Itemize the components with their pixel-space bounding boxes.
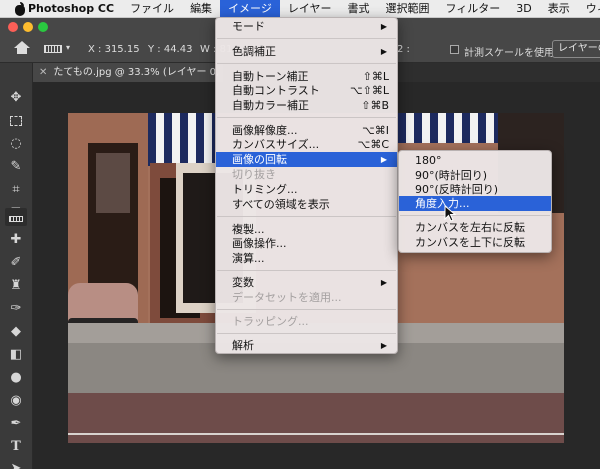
crop-tool-icon[interactable]: ⌗ — [5, 179, 27, 201]
rotate-90-clockwise[interactable]: 90°(時計回り) — [399, 168, 551, 183]
menu-item-adjustments[interactable]: 色調補正 ▶ — [216, 44, 397, 59]
x-coordinate: X : 315.15 — [88, 44, 140, 55]
menu-item-auto-color[interactable]: 自動カラー補正 ⇧⌘B — [216, 98, 397, 113]
menu-item-auto-contrast[interactable]: 自動コントラスト ⌥⇧⌘L — [216, 83, 397, 98]
photoshop-window: Photoshop CC ファイル 編集 イメージ レイヤー 書式 選択範囲 フ… — [0, 0, 600, 469]
options-trailing-value: 2 : — [397, 44, 410, 55]
menu-app-name[interactable]: Photoshop CC — [26, 0, 122, 18]
menu-item-apply-data-set: データセットを適用... — [232, 291, 342, 304]
eraser-tool-icon[interactable]: ◆ — [5, 321, 27, 343]
ruler-tool-preset-icon[interactable]: ▾ — [44, 41, 74, 57]
menu-type[interactable]: 書式 — [340, 0, 378, 18]
minimize-window-icon[interactable] — [23, 22, 33, 32]
zoom-window-icon[interactable] — [38, 22, 48, 32]
menu-layer[interactable]: レイヤー — [280, 0, 340, 18]
paint-bucket-tool-icon[interactable]: ◧ — [5, 344, 27, 366]
blur-tool-icon[interactable]: ● — [5, 367, 27, 389]
menu-select[interactable]: 選択範囲 — [378, 0, 438, 18]
submenu-arrow-icon: ▶ — [380, 278, 387, 287]
pen-tool-icon[interactable]: ✒ — [5, 413, 27, 435]
rotate-180[interactable]: 180° — [399, 153, 551, 168]
rotate-submenu: 180° 90°(時計回り) 90°(反時計回り) 角度入力... カンバスを左… — [398, 150, 552, 253]
ruler-tool-icon[interactable] — [5, 208, 27, 226]
menu-item-trap: トラッピング... — [232, 315, 309, 328]
move-tool-icon[interactable]: ✥ — [5, 87, 27, 109]
flip-canvas-horizontal[interactable]: カンバスを左右に反転 — [399, 220, 551, 235]
menu-item-variables[interactable]: 変数 ▶ — [216, 275, 397, 290]
y-coordinate: Y : 44.43 — [148, 44, 193, 55]
menu-item-reveal-all[interactable]: すべての領域を表示 — [216, 197, 397, 212]
menu-file[interactable]: ファイル — [122, 0, 182, 18]
menu-item-calculations[interactable]: 演算... — [216, 251, 397, 266]
marquee-tool-icon[interactable] — [5, 110, 27, 132]
document-tab-title: たてもの.jpg @ 33.3% (レイヤー 0, RG — [53, 67, 223, 78]
close-window-icon[interactable] — [8, 22, 18, 32]
menu-window[interactable]: ウィンドウ — [578, 0, 600, 18]
mouse-pointer-icon — [444, 205, 457, 222]
mac-menu-bar: Photoshop CC ファイル 編集 イメージ レイヤー 書式 選択範囲 フ… — [0, 0, 600, 18]
quick-select-tool-icon[interactable]: ✎ — [5, 156, 27, 178]
dodge-tool-icon[interactable]: ◉ — [5, 390, 27, 412]
brush-tool-icon[interactable]: ✐ — [5, 252, 27, 274]
menu-item-image-rotation[interactable]: 画像の回転 ▶ — [216, 152, 397, 167]
rotate-90-counterclockwise[interactable]: 90°(反時計回り) — [399, 182, 551, 197]
menu-item-canvas-size[interactable]: カンバスサイズ... ⌥⌘C — [216, 137, 397, 152]
submenu-arrow-icon: ▶ — [380, 341, 387, 350]
home-icon[interactable] — [14, 41, 30, 55]
use-measurement-scale-label: 計測スケールを使用 — [464, 48, 554, 59]
rotate-arbitrary[interactable]: 角度入力... — [399, 196, 551, 211]
document-tab[interactable]: ✕ たてもの.jpg @ 33.3% (レイヤー 0, RG — [33, 63, 223, 82]
menu-item-analysis[interactable]: 解析 ▶ — [216, 338, 397, 353]
menu-item-mode[interactable]: モード ▶ — [216, 19, 397, 34]
menu-item-trim[interactable]: トリミング... — [216, 182, 397, 197]
menu-edit[interactable]: 編集 — [182, 0, 220, 18]
image-menu-dropdown: モード ▶ 色調補正 ▶ 自動トーン補正 ⇧⌘L 自動コントラスト ⌥⇧⌘L 自動カラー… — [215, 17, 398, 354]
menu-item-crop: 切り抜き — [232, 168, 276, 181]
menu-3d[interactable]: 3D — [508, 0, 539, 18]
type-tool-icon[interactable]: T — [5, 436, 27, 458]
close-tab-icon[interactable]: ✕ — [39, 67, 47, 78]
menu-item-duplicate[interactable]: 複製... — [216, 222, 397, 237]
straighten-layer-button[interactable]: レイヤーの... — [552, 40, 600, 58]
menu-item-apply-image[interactable]: 画像操作... — [216, 236, 397, 251]
menu-view[interactable]: 表示 — [540, 0, 578, 18]
submenu-arrow-icon: ▶ — [380, 47, 387, 56]
submenu-arrow-icon: ▶ — [380, 155, 387, 164]
menu-image[interactable]: イメージ — [220, 0, 280, 18]
tools-panel: ✥ ◌ ✎ ⌗ ⊠ ✚ ✐ ♜ ✑ ◆ ◧ ● ◉ ✒ T ➤ — [0, 63, 33, 469]
clone-stamp-tool-icon[interactable]: ♜ — [5, 275, 27, 297]
healing-brush-tool-icon[interactable]: ✚ — [5, 229, 27, 251]
menu-filter[interactable]: フィルター — [438, 0, 509, 18]
menu-item-image-size[interactable]: 画像解像度... ⌥⌘I — [216, 123, 397, 138]
flip-canvas-vertical[interactable]: カンバスを上下に反転 — [399, 235, 551, 250]
lasso-tool-icon[interactable]: ◌ — [5, 133, 27, 155]
menu-item-auto-tone[interactable]: 自動トーン補正 ⇧⌘L — [216, 69, 397, 84]
history-brush-tool-icon[interactable]: ✑ — [5, 298, 27, 320]
use-measurement-scale-checkbox[interactable] — [450, 45, 459, 54]
submenu-arrow-icon: ▶ — [380, 22, 387, 31]
path-selection-tool-icon[interactable]: ➤ — [5, 458, 27, 469]
